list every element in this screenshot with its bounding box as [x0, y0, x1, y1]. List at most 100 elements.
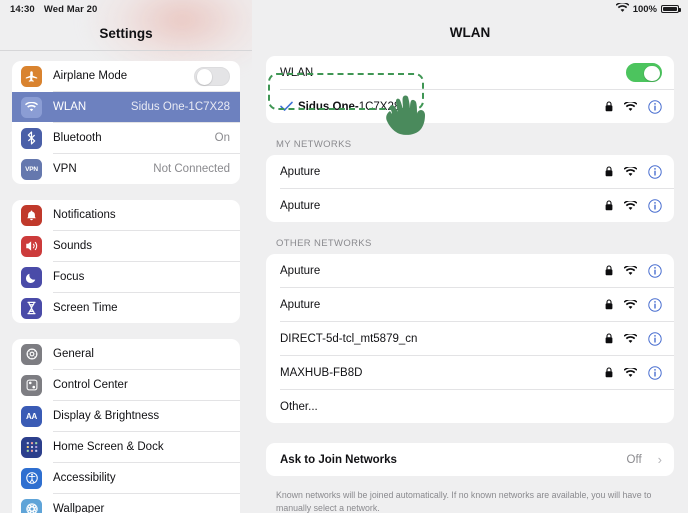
chevron-right-icon: › — [657, 452, 662, 467]
status-bar-time: 14:30 — [10, 3, 35, 15]
wlan-toggle-label: WLAN — [280, 66, 314, 79]
connected-network-row[interactable]: Sidus One-1C7X28 — [266, 90, 674, 123]
network-row[interactable]: Other... — [266, 390, 674, 423]
sidebar-item-focus[interactable]: Focus — [12, 262, 240, 292]
sidebar-group-0: Airplane Mode WLAN Sidus One-1C7X28 Bluetoo… — [12, 61, 240, 184]
wlan-detail-pane: 100% WLAN WLAN Sidus One-1C7X28 MY NETWO… — [252, 0, 688, 513]
sidebar-item-notifications[interactable]: Notifications — [12, 200, 240, 230]
info-icon[interactable] — [648, 99, 662, 114]
my-networks-card: Aputure Aputure — [266, 155, 674, 222]
checkmark-icon — [280, 101, 293, 112]
sidebar-item-sounds[interactable]: Sounds — [12, 231, 240, 261]
flower-icon — [21, 498, 42, 513]
signal-strength-icon — [624, 265, 637, 276]
sidebar-item-label: Display & Brightness — [53, 410, 160, 422]
signal-strength-icon — [624, 101, 637, 112]
network-name: Aputure — [280, 298, 321, 311]
signal-strength-icon — [624, 333, 637, 344]
sidebar-item-general[interactable]: General — [12, 339, 240, 369]
info-icon[interactable] — [648, 365, 662, 380]
speaker-icon — [21, 235, 42, 257]
wlan-toggle-switch[interactable] — [626, 63, 662, 82]
network-row[interactable]: DIRECT-5d-tcl_mt5879_cn — [266, 322, 674, 355]
sidebar-item-label: WLAN — [53, 101, 87, 113]
network-name: Other... — [280, 400, 318, 413]
network-row-icons — [605, 297, 662, 312]
lock-icon — [605, 101, 613, 112]
network-row-icons — [605, 198, 662, 213]
accessibility-icon — [21, 467, 42, 489]
sidebar-item-label: Bluetooth — [53, 132, 102, 144]
sidebar-item-label: Wallpaper — [53, 503, 105, 513]
sidebar-item-bluetooth[interactable]: Bluetooth On — [12, 123, 240, 153]
sidebar-item-vpn[interactable]: VPN VPN Not Connected — [12, 154, 240, 184]
network-name-suffix: 1C7X28 — [358, 100, 401, 113]
network-row[interactable]: Aputure — [266, 155, 674, 188]
page-title: Settings — [99, 26, 153, 41]
sidebar-item-label: Accessibility — [53, 472, 116, 484]
sidebar-item-display-brightness[interactable]: AA Display & Brightness — [12, 401, 240, 431]
lock-icon — [605, 200, 613, 211]
connected-network-name: Sidus One-1C7X28 — [298, 101, 400, 113]
bell-icon — [21, 204, 42, 226]
info-icon[interactable] — [648, 297, 662, 312]
sidebar-item-label: Control Center — [53, 379, 128, 391]
info-icon[interactable] — [648, 198, 662, 213]
sidebar-item-label: Focus — [53, 271, 85, 283]
wlan-toggle-row[interactable]: WLAN — [266, 56, 674, 89]
signal-strength-icon — [624, 299, 637, 310]
network-row-icons — [605, 164, 662, 179]
sidebar-item-label: Screen Time — [53, 302, 118, 314]
ask-to-join-card: Ask to Join Networks Off › — [266, 443, 674, 476]
sidebar-item-airplane-mode[interactable]: Airplane Mode — [12, 61, 240, 91]
sidebar-item-accessibility[interactable]: Accessibility — [12, 463, 240, 493]
sidebar-item-label: VPN — [53, 163, 77, 175]
sidebar-item-home-screen-dock[interactable]: Home Screen & Dock — [12, 432, 240, 462]
wlan-content: WLAN Sidus One-1C7X28 MY NETWORKS Aputur… — [252, 50, 688, 513]
status-bar-right: 100% — [252, 0, 688, 18]
status-bar-date: Wed Mar 20 — [43, 3, 98, 15]
network-name: MAXHUB-FB8D — [280, 366, 363, 379]
network-name: Aputure — [280, 264, 321, 277]
other-networks-header: OTHER NETWORKS — [276, 238, 372, 249]
network-row-icons — [605, 331, 662, 346]
ask-to-join-row[interactable]: Ask to Join Networks Off › — [266, 443, 674, 476]
sidebar-item-control-center[interactable]: Control Center — [12, 370, 240, 400]
network-row[interactable]: Aputure — [266, 254, 674, 287]
status-bar-left: 14:30 Wed Mar 20 — [0, 0, 252, 18]
airplane-icon — [21, 65, 42, 87]
moon-icon — [21, 266, 42, 288]
network-row[interactable]: MAXHUB-FB8D — [266, 356, 674, 389]
ask-to-join-footnote: Known networks will be joined automatica… — [276, 490, 652, 513]
sidebar-item-label: General — [53, 348, 94, 360]
network-name-bold: Sidus One- — [298, 100, 359, 113]
bluetooth-icon — [21, 127, 42, 149]
network-row-icons — [605, 263, 662, 278]
network-row-icons — [605, 365, 662, 380]
network-row[interactable]: Aputure — [266, 288, 674, 321]
lock-icon — [605, 299, 613, 310]
hourglass-icon — [21, 297, 42, 319]
sidebar-item-value: Sidus One-1C7X28 — [130, 101, 230, 113]
info-icon[interactable] — [648, 331, 662, 346]
main-title: WLAN — [449, 25, 491, 40]
network-name: Aputure — [280, 165, 321, 178]
lock-icon — [605, 166, 613, 177]
battery-full-icon — [661, 4, 681, 14]
sidebar-item-wallpaper[interactable]: Wallpaper — [12, 494, 240, 513]
app-grid-icon — [21, 436, 42, 458]
info-icon[interactable] — [648, 263, 662, 278]
wifi-icon — [615, 1, 630, 16]
sidebar-item-screen-time[interactable]: Screen Time — [12, 293, 240, 323]
ipad-settings-screen: 14:30 Wed Mar 20 Settings Airplane Mode W… — [0, 0, 688, 513]
network-row[interactable]: Aputure — [266, 189, 674, 222]
sidebar-item-value: On — [214, 132, 230, 144]
sliders-icon — [21, 374, 42, 396]
sidebar-item-wlan[interactable]: WLAN Sidus One-1C7X28 — [12, 92, 240, 122]
signal-strength-icon — [624, 166, 637, 177]
info-icon[interactable] — [648, 164, 662, 179]
airplane-mode-toggle[interactable] — [194, 66, 230, 86]
lock-icon — [605, 367, 613, 378]
other-networks-card: Aputure Aputure DIRECT-5d-tcl_mt5879_cn MAX… — [266, 254, 674, 423]
sidebar-item-label: Notifications — [53, 209, 116, 221]
